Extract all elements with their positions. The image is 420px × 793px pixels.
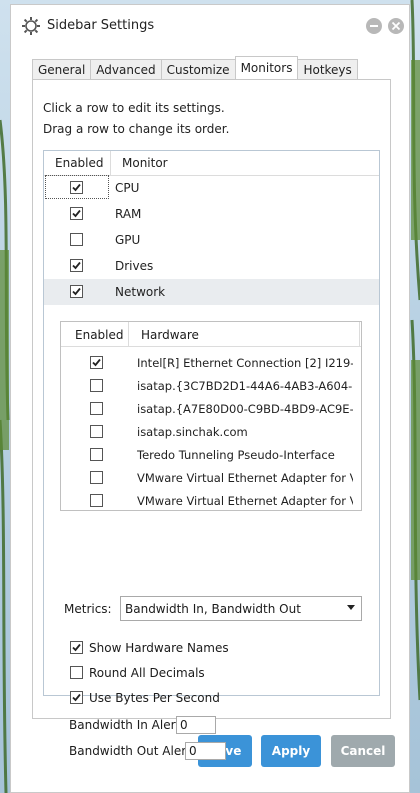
monitor-row-ram[interactable]: RAM bbox=[44, 201, 379, 227]
option-label: Use Bytes Per Second bbox=[89, 691, 220, 705]
tab-customize[interactable]: Customize bbox=[160, 59, 236, 79]
tab-bar: General Advanced Customize Monitors Hotk… bbox=[32, 56, 358, 79]
monitor-row-network[interactable]: Network bbox=[44, 279, 379, 305]
hardware-list: Enabled Hardware Intel[R] Ethernet Conne… bbox=[60, 321, 362, 511]
monitor-name: GPU bbox=[115, 233, 141, 247]
show-hardware-names-checkbox[interactable] bbox=[70, 641, 83, 654]
monitor-list: Enabled Monitor CPU RAM GPU Drives Netwo… bbox=[43, 150, 380, 760]
enabled-checkbox[interactable] bbox=[90, 402, 103, 415]
monitor-row-gpu[interactable]: GPU bbox=[44, 227, 379, 253]
instruction-text: Drag a row to change its order. bbox=[43, 122, 230, 136]
tab-hotkeys[interactable]: Hotkeys bbox=[297, 59, 358, 79]
hardware-name: isatap.{A7E80D00-C9BD-4BD9-AC9E-1D8 bbox=[137, 402, 353, 416]
enabled-checkbox[interactable] bbox=[70, 259, 83, 272]
option-label: Round All Decimals bbox=[89, 666, 205, 680]
checkmark-icon bbox=[72, 183, 81, 192]
hardware-row[interactable]: isatap.{A7E80D00-C9BD-4BD9-AC9E-1D8 bbox=[61, 397, 361, 420]
checkmark-icon bbox=[72, 209, 81, 218]
hardware-name: Teredo Tunneling Pseudo-Interface bbox=[137, 448, 335, 462]
hardware-row[interactable]: isatap.sinchak.com bbox=[61, 420, 361, 443]
monitor-name: RAM bbox=[115, 207, 142, 221]
hardware-row[interactable]: Teredo Tunneling Pseudo-Interface bbox=[61, 443, 361, 466]
metrics-dropdown[interactable]: Bandwidth In, Bandwidth Out bbox=[120, 596, 362, 621]
column-header-enabled[interactable]: Enabled bbox=[55, 156, 104, 170]
gear-icon bbox=[22, 17, 40, 35]
hardware-name: Intel[R] Ethernet Connection [2] I219-LM bbox=[137, 356, 353, 370]
column-header-monitor[interactable]: Monitor bbox=[122, 156, 168, 170]
column-header-enabled[interactable]: Enabled bbox=[75, 328, 124, 342]
enabled-checkbox[interactable] bbox=[90, 448, 103, 461]
bandwidth-out-alert-field[interactable]: 0 bbox=[185, 742, 226, 760]
hardware-name: isatap.sinchak.com bbox=[137, 425, 248, 439]
settings-window: Sidebar Settings General Advanced Custom… bbox=[10, 4, 410, 793]
metrics-selected-value: Bandwidth In, Bandwidth Out bbox=[125, 602, 301, 616]
close-button[interactable] bbox=[388, 18, 404, 34]
monitor-name: Drives bbox=[115, 259, 154, 273]
bandwidth-in-alert-field[interactable]: 0 bbox=[176, 716, 216, 734]
monitor-row-drives[interactable]: Drives bbox=[44, 253, 379, 279]
option-label: Show Hardware Names bbox=[89, 641, 229, 655]
bandwidth-in-alert-label: Bandwidth In Alert bbox=[69, 718, 181, 732]
instruction-text: Click a row to edit its settings. bbox=[43, 101, 225, 115]
round-all-decimals-checkbox[interactable] bbox=[70, 666, 83, 679]
enabled-checkbox[interactable] bbox=[90, 425, 103, 438]
minimize-icon bbox=[370, 25, 378, 27]
column-header-hardware[interactable]: Hardware bbox=[141, 328, 199, 342]
enabled-checkbox[interactable] bbox=[90, 379, 103, 392]
close-icon bbox=[391, 21, 401, 31]
hardware-row[interactable]: VMware Virtual Ethernet Adapter for VMn bbox=[61, 466, 361, 489]
minimize-button[interactable] bbox=[366, 18, 382, 34]
hardware-name: VMware Virtual Ethernet Adapter for VMn bbox=[137, 471, 353, 485]
enabled-checkbox[interactable] bbox=[90, 471, 103, 484]
monitor-name: CPU bbox=[115, 181, 140, 195]
hardware-list-header: Enabled Hardware bbox=[61, 322, 361, 347]
apply-button[interactable]: Apply bbox=[261, 735, 321, 767]
enabled-checkbox[interactable] bbox=[90, 356, 103, 369]
hardware-row[interactable]: VMware Virtual Ethernet Adapter for VMn bbox=[61, 489, 361, 510]
monitor-list-header: Enabled Monitor bbox=[44, 151, 379, 176]
metrics-label: Metrics: bbox=[64, 602, 112, 616]
tab-advanced[interactable]: Advanced bbox=[90, 59, 162, 79]
use-bytes-per-second-checkbox[interactable] bbox=[70, 691, 83, 704]
enabled-checkbox[interactable] bbox=[90, 494, 103, 507]
window-title: Sidebar Settings bbox=[47, 18, 155, 33]
enabled-checkbox[interactable] bbox=[70, 285, 83, 298]
checkmark-icon bbox=[92, 358, 101, 367]
checkmark-icon bbox=[72, 287, 81, 296]
checkmark-icon bbox=[72, 261, 81, 270]
title-bar[interactable]: Sidebar Settings bbox=[11, 5, 409, 47]
hardware-row[interactable]: Intel[R] Ethernet Connection [2] I219-LM bbox=[61, 351, 361, 374]
monitors-panel: Click a row to edit its settings. Drag a… bbox=[32, 79, 391, 760]
checkmark-icon bbox=[72, 643, 81, 652]
hardware-row[interactable]: isatap.{3C7BD2D1-44A6-4AB3-A604-C90 bbox=[61, 374, 361, 397]
chevron-down-icon bbox=[347, 605, 355, 610]
tab-monitors[interactable]: Monitors bbox=[234, 56, 299, 79]
enabled-checkbox[interactable] bbox=[70, 207, 83, 220]
enabled-checkbox[interactable] bbox=[70, 181, 83, 194]
monitor-row-cpu[interactable]: CPU bbox=[44, 175, 379, 201]
monitor-name: Network bbox=[115, 285, 166, 299]
bandwidth-out-alert-label: Bandwidth Out Alert bbox=[69, 744, 191, 758]
hardware-name: VMware Virtual Ethernet Adapter for VMn bbox=[137, 494, 353, 508]
enabled-checkbox[interactable] bbox=[70, 233, 83, 246]
checkmark-icon bbox=[72, 693, 81, 702]
tab-general[interactable]: General bbox=[32, 59, 92, 79]
cancel-button[interactable]: Cancel bbox=[331, 735, 395, 767]
hardware-name: isatap.{3C7BD2D1-44A6-4AB3-A604-C90 bbox=[137, 379, 353, 393]
